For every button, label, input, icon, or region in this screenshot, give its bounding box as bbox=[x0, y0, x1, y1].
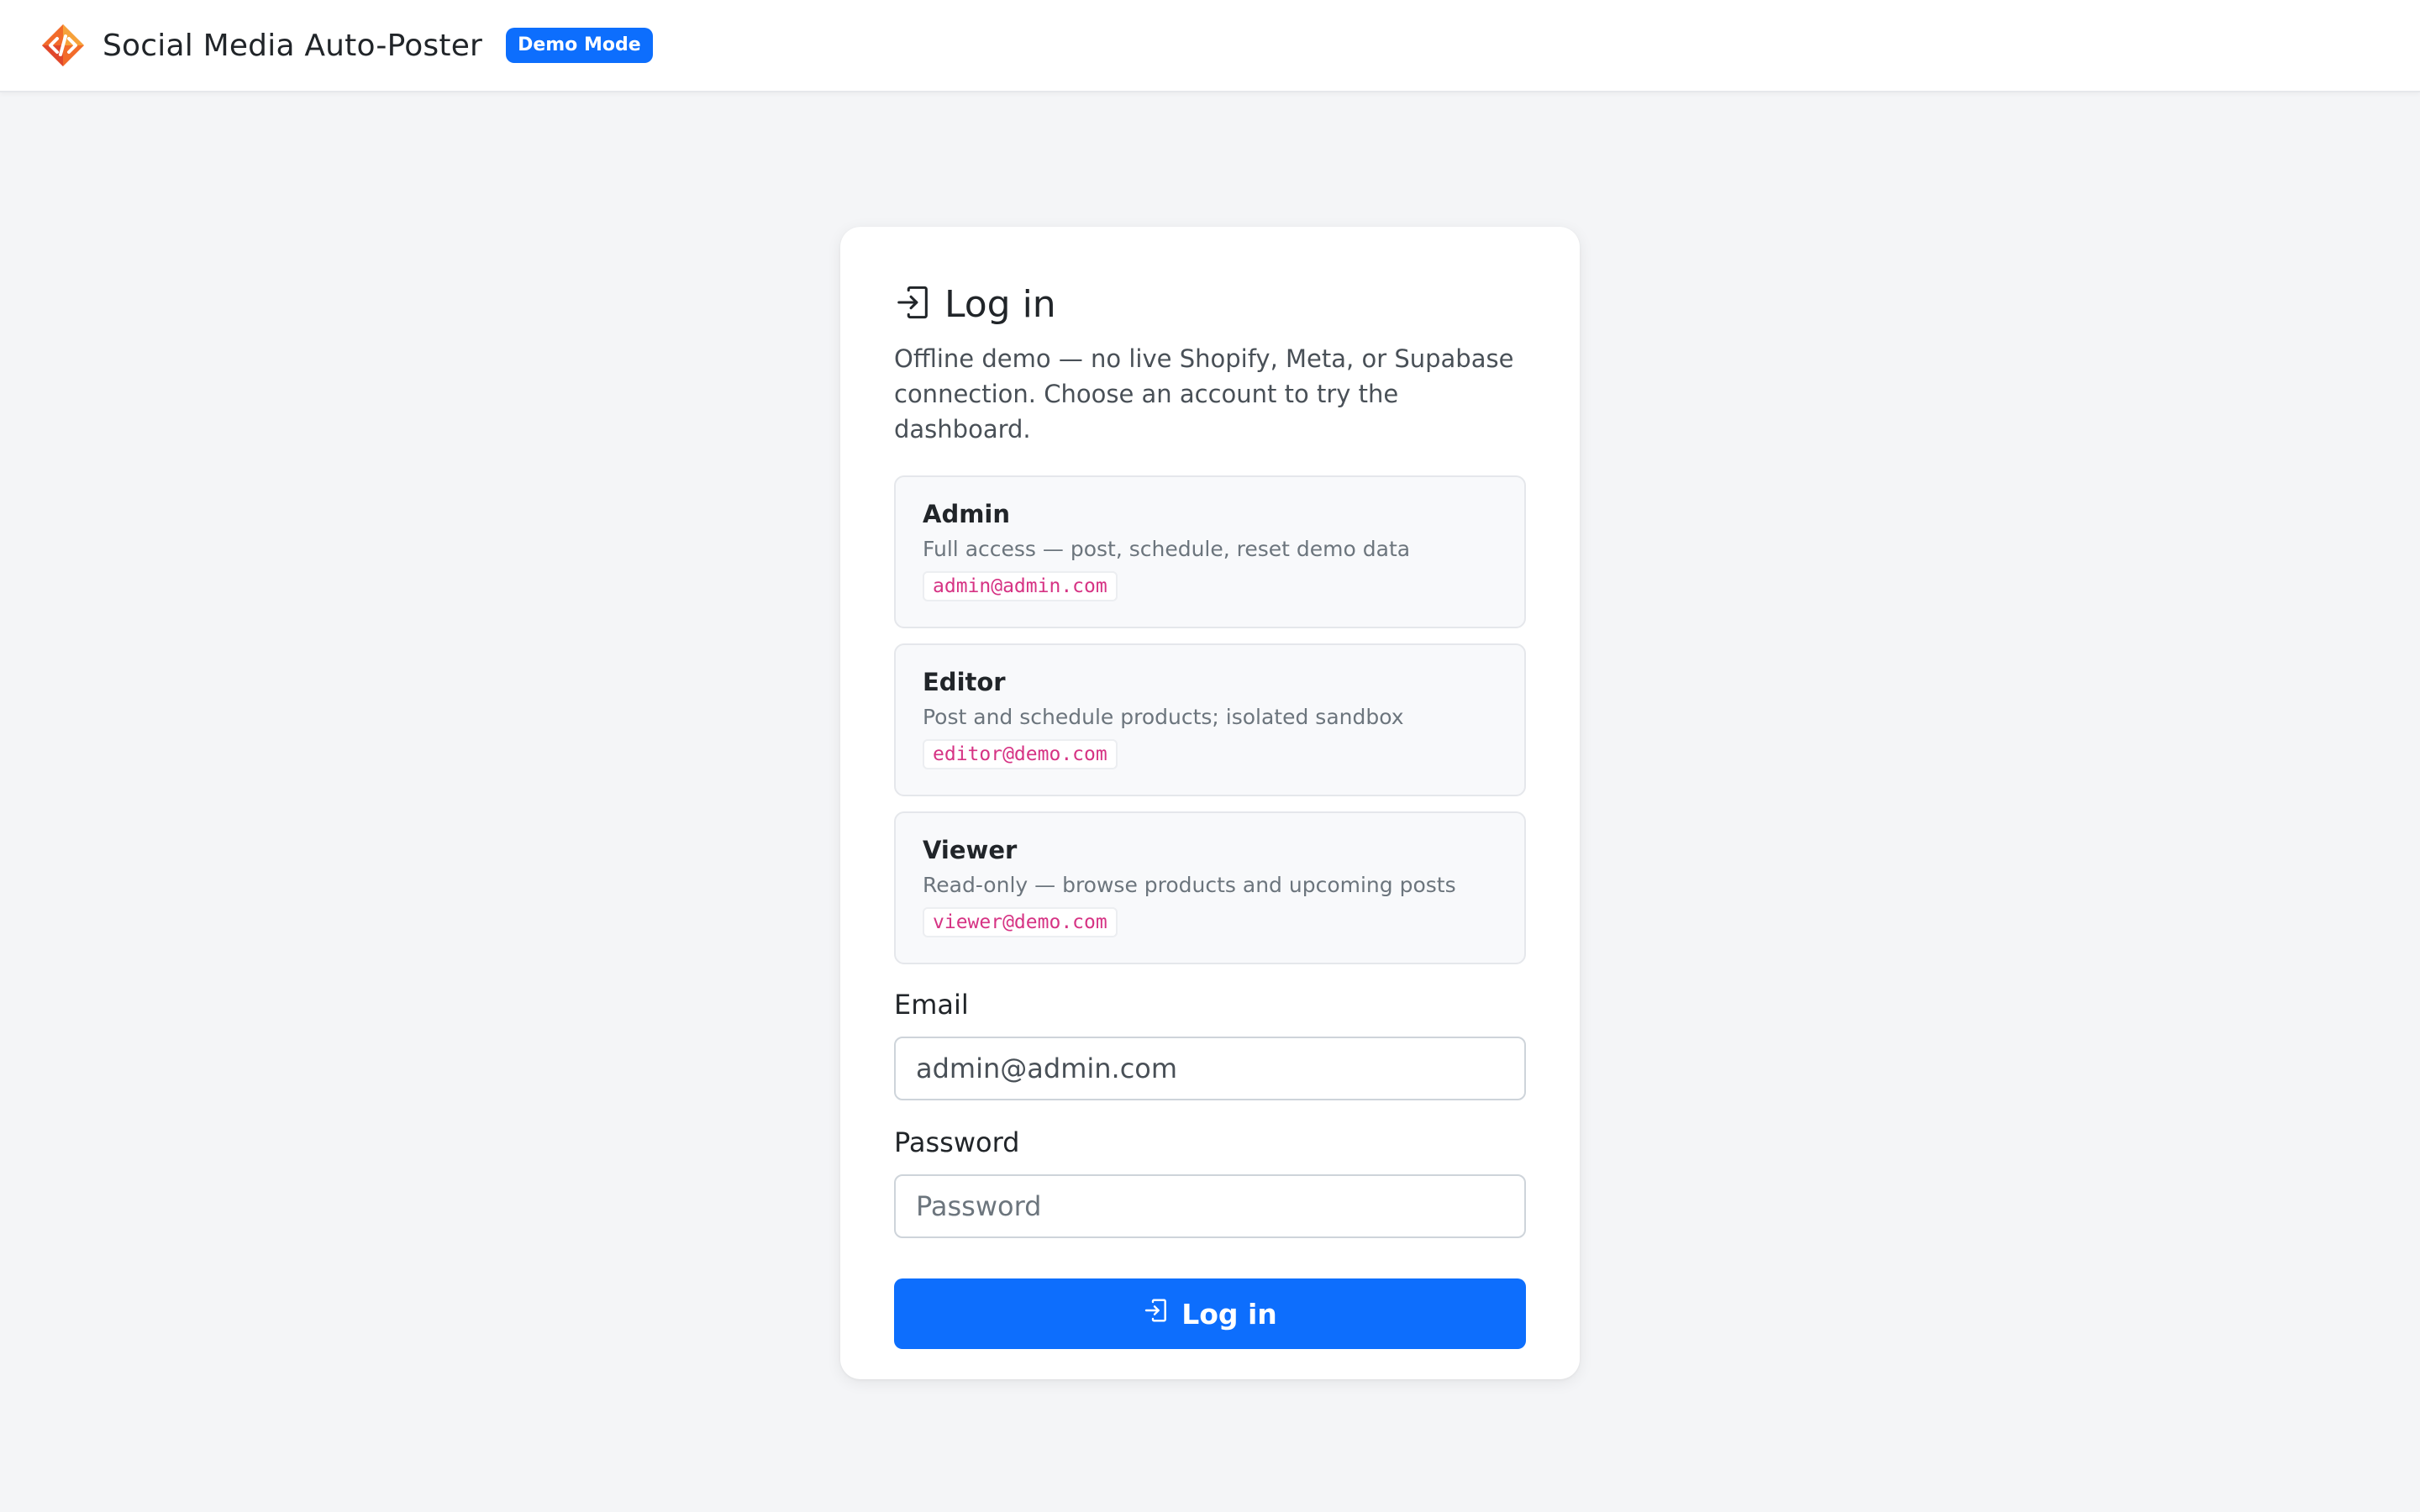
account-description: Post and schedule products; isolated san… bbox=[923, 705, 1404, 729]
login-button-label: Log in bbox=[1181, 1297, 1277, 1331]
account-option-editor[interactable]: Editor Post and schedule products; isola… bbox=[894, 643, 1526, 796]
login-subtitle: Offline demo — no live Shopify, Meta, or… bbox=[894, 344, 1514, 444]
account-name: Admin bbox=[923, 500, 1011, 528]
email-field[interactable] bbox=[894, 1037, 1526, 1100]
demo-mode-badge: Demo Mode bbox=[506, 28, 653, 63]
account-email: viewer@demo.com bbox=[923, 907, 1118, 937]
sign-in-icon bbox=[894, 283, 944, 325]
login-button[interactable]: Log in bbox=[894, 1278, 1526, 1349]
page-title: Log in bbox=[944, 282, 1056, 326]
account-name: Editor bbox=[923, 668, 1006, 696]
login-heading: Log in bbox=[894, 279, 1526, 329]
account-email: editor@demo.com bbox=[923, 739, 1118, 769]
code-diamond-logo-icon[interactable] bbox=[39, 21, 87, 70]
top-navbar: Social Media Auto-Poster Demo Mode bbox=[0, 0, 2420, 92]
account-name: Viewer bbox=[923, 836, 1018, 864]
login-card: Log in Offline demo — no live Shopify, M… bbox=[840, 227, 1580, 1379]
account-description: Full access — post, schedule, reset demo… bbox=[923, 537, 1411, 561]
app-title[interactable]: Social Media Auto-Poster bbox=[103, 29, 482, 63]
account-option-admin[interactable]: Admin Full access — post, schedule, rese… bbox=[894, 475, 1526, 628]
email-label: Email bbox=[894, 989, 969, 1021]
password-field[interactable] bbox=[894, 1174, 1526, 1238]
password-label: Password bbox=[894, 1126, 1020, 1158]
demo-account-list: Admin Full access — post, schedule, rese… bbox=[894, 475, 1526, 964]
account-email: admin@admin.com bbox=[923, 571, 1118, 601]
account-option-viewer[interactable]: Viewer Read-only — browse products and u… bbox=[894, 811, 1526, 964]
account-description: Read-only — browse products and upcoming… bbox=[923, 873, 1456, 897]
sign-in-icon bbox=[1143, 1297, 1181, 1331]
